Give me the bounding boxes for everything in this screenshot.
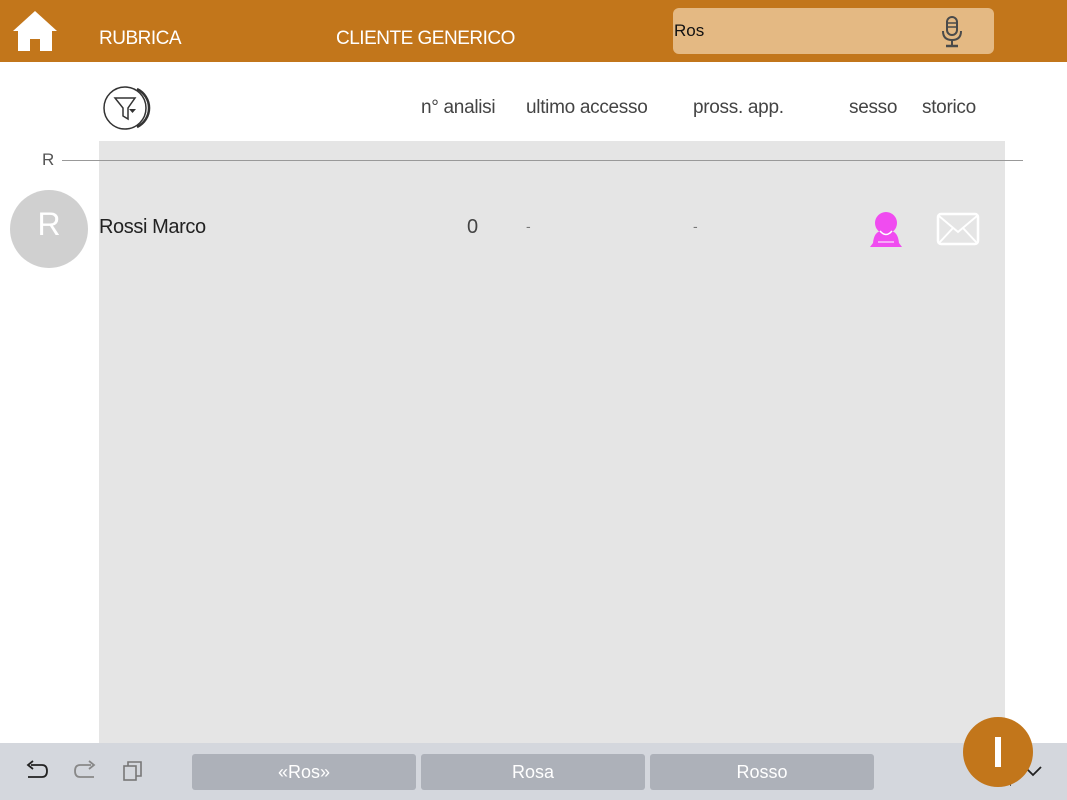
rubrica-tab[interactable]: RUBRICA xyxy=(99,28,182,50)
home-icon[interactable] xyxy=(11,9,59,53)
keyboard-shortcut-bar: «Ros» Rosa Rosso xyxy=(0,743,1067,800)
search-field[interactable]: Ros xyxy=(673,8,994,54)
column-header-ultimo-accesso[interactable]: ultimo accesso xyxy=(526,97,648,119)
avatar[interactable]: R xyxy=(10,190,88,268)
column-header-storico[interactable]: storico xyxy=(922,97,976,119)
contact-name[interactable]: Rossi Marco xyxy=(99,216,206,239)
avatar-initial: R xyxy=(37,206,61,242)
analisi-count: 0 xyxy=(467,216,479,238)
filter-icon[interactable] xyxy=(103,84,151,132)
female-icon xyxy=(870,212,902,247)
plus-icon xyxy=(995,737,1001,767)
column-header-analisi[interactable]: n° analisi xyxy=(421,97,496,119)
column-header-pross-app[interactable]: pross. app. xyxy=(693,97,784,119)
pross-app-value: - xyxy=(693,218,698,234)
top-bar: RUBRICA CLIENTE GENERICO Ros xyxy=(0,0,1067,62)
search-input[interactable]: Ros xyxy=(674,21,704,41)
redo-icon[interactable] xyxy=(73,760,97,782)
section-letter: R xyxy=(42,150,55,169)
paste-icon[interactable] xyxy=(122,760,144,782)
undo-icon[interactable] xyxy=(25,760,49,782)
suggestion-3[interactable]: Rosso xyxy=(650,754,874,790)
section-divider xyxy=(62,160,1023,161)
ultimo-accesso-value: - xyxy=(526,218,531,234)
column-header-sesso[interactable]: sesso xyxy=(849,97,897,119)
add-contact-button[interactable] xyxy=(963,717,1033,787)
cliente-generico-tab[interactable]: CLIENTE GENERICO xyxy=(336,28,515,50)
microphone-icon[interactable] xyxy=(940,16,964,48)
suggestion-2[interactable]: Rosa xyxy=(421,754,645,790)
suggestion-1[interactable]: «Ros» xyxy=(192,754,416,790)
mail-icon[interactable] xyxy=(936,212,980,246)
